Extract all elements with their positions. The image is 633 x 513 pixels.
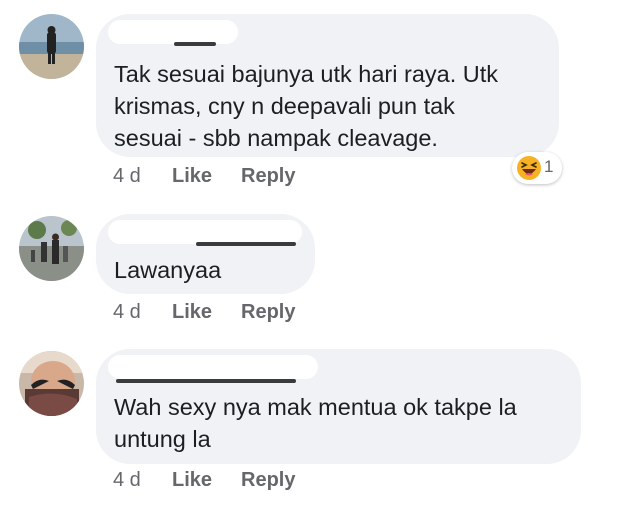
author-name-fragment [116, 379, 296, 383]
avatar[interactable] [19, 351, 84, 416]
like-button[interactable]: Like [172, 468, 212, 492]
avatar-photo [19, 351, 84, 416]
timestamp[interactable]: 4 d [113, 468, 141, 492]
author-name-redacted [108, 355, 318, 379]
comment-text-line: untung la [114, 426, 211, 452]
comment-bubble: Wah sexy nya mak mentua ok takpe la untu… [96, 349, 581, 464]
reply-button[interactable]: Reply [241, 468, 295, 492]
comment-item: Wah sexy nya mak mentua ok takpe la untu… [0, 0, 633, 513]
comment-text-line: Wah sexy nya mak mentua ok takpe la [114, 394, 517, 420]
